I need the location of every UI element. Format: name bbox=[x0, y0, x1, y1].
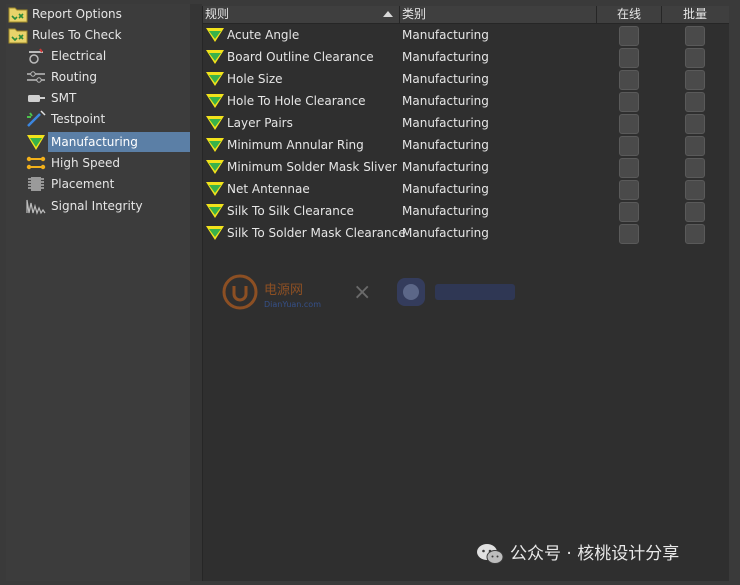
online-checkbox[interactable] bbox=[619, 26, 639, 46]
category-cell: Manufacturing bbox=[402, 226, 489, 240]
tree-item-label: Rules To Check bbox=[32, 28, 122, 42]
wechat-icon bbox=[477, 544, 504, 564]
smt-icon bbox=[28, 95, 45, 102]
wechat-account-text: 公众号 · 核桃设计分享 bbox=[510, 544, 680, 564]
online-checkbox[interactable] bbox=[619, 70, 639, 90]
sort-ascending-icon bbox=[383, 11, 393, 17]
testpoint-icon bbox=[27, 110, 46, 127]
online-checkbox[interactable] bbox=[619, 114, 639, 134]
batch-checkbox[interactable] bbox=[685, 70, 705, 90]
online-checkbox[interactable] bbox=[619, 92, 639, 112]
category-cell: Manufacturing bbox=[402, 116, 489, 130]
tree-item-label: Report Options bbox=[32, 7, 122, 21]
manufacturing-rule-icon bbox=[206, 138, 224, 152]
watermark-times: × bbox=[353, 280, 372, 305]
dianyuan-watermark-logo: 电源网 DianYuan.com bbox=[222, 274, 321, 310]
tree-item-label: Testpoint bbox=[51, 112, 106, 126]
table-header: 规则 类别 在线 批量 bbox=[203, 6, 729, 24]
tree-item-label: Signal Integrity bbox=[51, 199, 143, 213]
batch-checkbox[interactable] bbox=[685, 202, 705, 222]
rules-tree: Report Options Rules To Check Electrical… bbox=[6, 4, 191, 581]
table-row[interactable]: Acute Angle Manufacturing bbox=[203, 24, 729, 46]
online-checkbox[interactable] bbox=[619, 48, 639, 68]
batch-checkbox[interactable] bbox=[685, 136, 705, 156]
signal-integrity-icon bbox=[26, 199, 46, 215]
table-row[interactable]: Silk To Silk Clearance Manufacturing bbox=[203, 200, 729, 222]
table-row[interactable]: Board Outline Clearance Manufacturing bbox=[203, 46, 729, 68]
manufacturing-rule-icon bbox=[206, 226, 224, 240]
rule-name-cell: Silk To Solder Mask Clearance bbox=[227, 226, 406, 240]
table-row[interactable]: Hole Size Manufacturing bbox=[203, 68, 729, 90]
rule-name-cell: Hole To Hole Clearance bbox=[227, 94, 366, 108]
table-row[interactable]: Net Antennae Manufacturing bbox=[203, 178, 729, 200]
category-cell: Manufacturing bbox=[402, 28, 489, 42]
column-separator[interactable] bbox=[596, 6, 597, 23]
manufacturing-rule-icon bbox=[206, 160, 224, 174]
table-row[interactable]: Silk To Solder Mask Clearance Manufactur… bbox=[203, 222, 729, 244]
folder-check-icon bbox=[8, 28, 28, 44]
category-cell: Manufacturing bbox=[402, 50, 489, 64]
rule-name-cell: Minimum Annular Ring bbox=[227, 138, 364, 152]
category-cell: Manufacturing bbox=[402, 72, 489, 86]
category-cell: Manufacturing bbox=[402, 138, 489, 152]
batch-checkbox[interactable] bbox=[685, 26, 705, 46]
column-header-category[interactable]: 类别 bbox=[402, 6, 426, 23]
column-separator[interactable] bbox=[399, 6, 400, 23]
online-checkbox[interactable] bbox=[619, 158, 639, 178]
manufacturing-rule-icon bbox=[206, 50, 224, 64]
rule-name-cell: Silk To Silk Clearance bbox=[227, 204, 354, 218]
manufacturing-rule-icon bbox=[206, 204, 224, 218]
rule-name-cell: Acute Angle bbox=[227, 28, 300, 42]
column-header-batch[interactable]: 批量 bbox=[683, 6, 707, 23]
column-separator[interactable] bbox=[661, 6, 662, 23]
manufacturing-icon bbox=[27, 135, 45, 150]
online-checkbox[interactable] bbox=[619, 202, 639, 222]
rule-name-cell: Net Antennae bbox=[227, 182, 310, 196]
tree-item-label: High Speed bbox=[51, 156, 121, 170]
high-speed-icon bbox=[26, 156, 46, 170]
rule-name-cell: Board Outline Clearance bbox=[227, 50, 374, 64]
manufacturing-rule-icon bbox=[206, 116, 224, 130]
online-checkbox[interactable] bbox=[619, 136, 639, 156]
online-checkbox[interactable] bbox=[619, 224, 639, 244]
tree-item-label: Placement bbox=[51, 177, 115, 191]
batch-checkbox[interactable] bbox=[685, 114, 705, 134]
category-cell: Manufacturing bbox=[402, 94, 489, 108]
table-row[interactable]: Minimum Solder Mask Sliver Manufacturing bbox=[203, 156, 729, 178]
tree-item-label: Electrical bbox=[51, 49, 107, 63]
routing-icon bbox=[27, 71, 45, 83]
manufacturing-rule-icon bbox=[206, 72, 224, 86]
manufacturing-rule-icon bbox=[206, 94, 224, 108]
watermark-site-en: DianYuan.com bbox=[264, 300, 321, 309]
category-cell: Manufacturing bbox=[402, 204, 489, 218]
batch-checkbox[interactable] bbox=[685, 180, 705, 200]
placement-icon bbox=[28, 177, 44, 191]
category-cell: Manufacturing bbox=[402, 182, 489, 196]
column-header-rule[interactable]: 规则 bbox=[205, 6, 229, 23]
tree-item-label: Manufacturing bbox=[48, 132, 191, 152]
batch-checkbox[interactable] bbox=[685, 48, 705, 68]
online-checkbox[interactable] bbox=[619, 180, 639, 200]
batch-checkbox[interactable] bbox=[685, 224, 705, 244]
column-header-online[interactable]: 在线 bbox=[617, 6, 641, 23]
batch-checkbox[interactable] bbox=[685, 92, 705, 112]
partner-watermark-logo bbox=[397, 278, 515, 306]
table-row[interactable]: Hole To Hole Clearance Manufacturing bbox=[203, 90, 729, 112]
watermark-site-cn: 电源网 bbox=[264, 283, 303, 298]
manufacturing-rule-icon bbox=[206, 182, 224, 196]
rule-name-cell: Layer Pairs bbox=[227, 116, 293, 130]
electrical-icon bbox=[29, 48, 43, 64]
rule-name-cell: Minimum Solder Mask Sliver bbox=[227, 160, 397, 174]
tree-item-label: SMT bbox=[51, 91, 77, 105]
rule-name-cell: Hole Size bbox=[227, 72, 283, 86]
table-row[interactable]: Layer Pairs Manufacturing bbox=[203, 112, 729, 134]
folder-check-icon bbox=[8, 7, 28, 23]
table-row[interactable]: Minimum Annular Ring Manufacturing bbox=[203, 134, 729, 156]
batch-checkbox[interactable] bbox=[685, 158, 705, 178]
category-cell: Manufacturing bbox=[402, 160, 489, 174]
manufacturing-rule-icon bbox=[206, 28, 224, 42]
splitter[interactable] bbox=[190, 4, 202, 581]
tree-item-label: Routing bbox=[51, 70, 98, 84]
